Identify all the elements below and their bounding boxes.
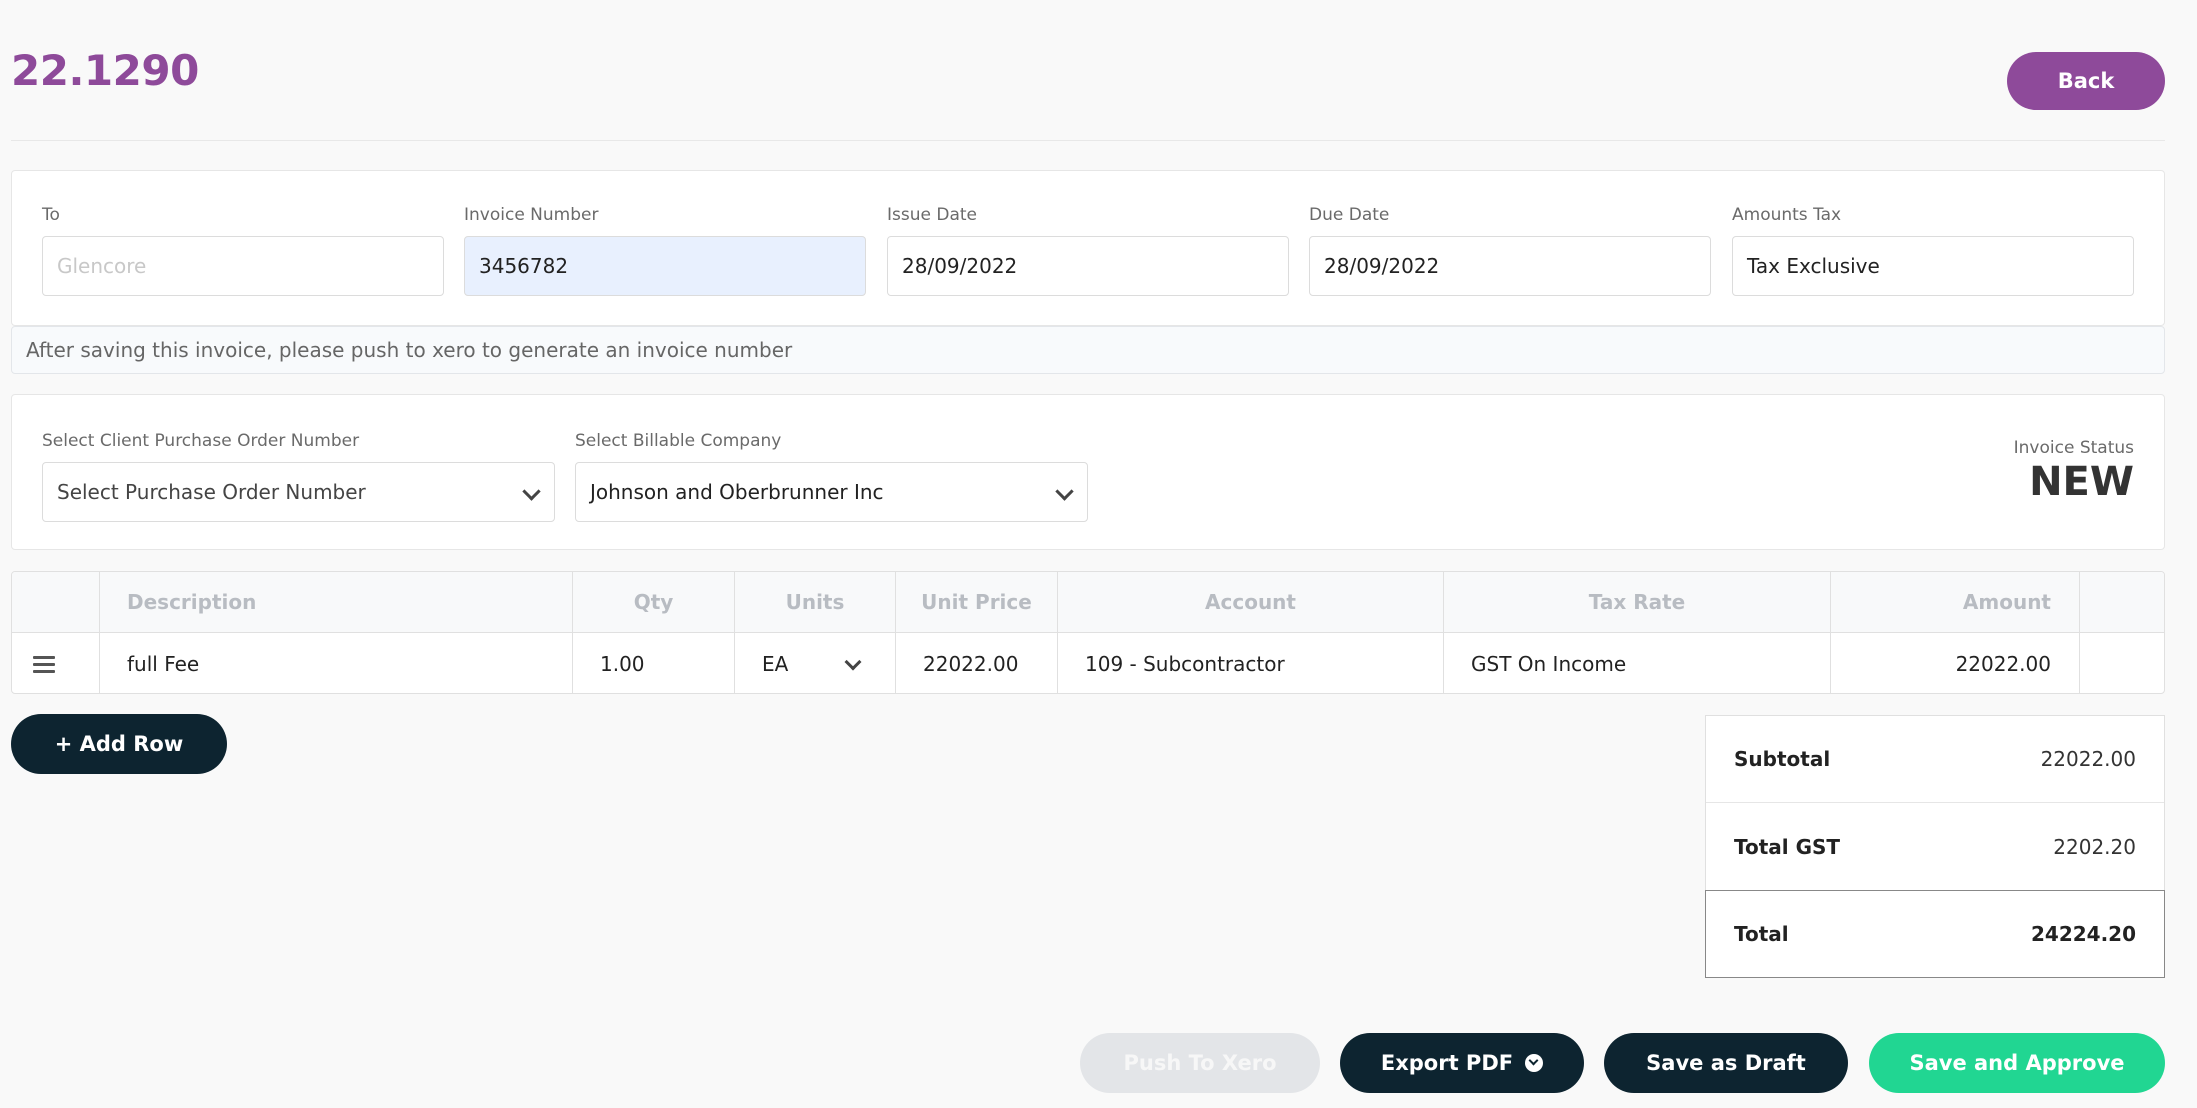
account-cell[interactable]: 109 - Subcontractor xyxy=(1057,633,1443,693)
due-date-input[interactable]: 28/09/2022 xyxy=(1309,236,1711,296)
billable-company-label: Select Billable Company xyxy=(575,431,782,451)
issue-date-label: Issue Date xyxy=(887,205,977,225)
invoice-number-input[interactable]: 3456782 xyxy=(464,236,866,296)
push-xero-notice: After saving this invoice, please push t… xyxy=(11,326,2165,374)
purchase-order-value: Select Purchase Order Number xyxy=(57,480,366,504)
due-date-label: Due Date xyxy=(1309,205,1390,225)
to-input[interactable]: Glencore xyxy=(42,236,444,296)
invoice-status-value: NEW xyxy=(2029,459,2134,505)
page-title: 22.1290 xyxy=(11,46,199,95)
purchase-order-select[interactable]: Select Purchase Order Number xyxy=(42,462,555,522)
invoice-number-label: Invoice Number xyxy=(464,205,599,225)
subtotal-row: Subtotal 22022.00 xyxy=(1706,716,2164,803)
gst-label: Total GST xyxy=(1734,834,1841,859)
gst-row: Total GST 2202.20 xyxy=(1706,803,2164,890)
purchase-order-label: Select Client Purchase Order Number xyxy=(42,431,360,451)
table-row: full Fee 1.00 EA 22022.00 109 - Subcontr… xyxy=(12,633,2164,693)
header-amount: Amount xyxy=(1830,572,2079,632)
save-approve-button[interactable]: Save and Approve xyxy=(1869,1033,2165,1093)
table-header: Description Qty Units Unit Price Account… xyxy=(12,572,2164,633)
units-value: EA xyxy=(762,652,789,676)
selectors-card: Select Client Purchase Order Number Sele… xyxy=(11,394,2165,550)
billable-company-value: Johnson and Oberbrunner Inc xyxy=(590,480,884,504)
row-actions-cell xyxy=(2079,633,2164,693)
tax-rate-cell[interactable]: GST On Income xyxy=(1443,633,1830,693)
chevron-down-circle-icon xyxy=(1525,1054,1544,1072)
chevron-down-icon xyxy=(844,653,862,671)
issue-date-input[interactable]: 28/09/2022 xyxy=(887,236,1289,296)
amounts-tax-label: Amounts Tax xyxy=(1732,205,1842,225)
save-draft-button[interactable]: Save as Draft xyxy=(1604,1033,1848,1093)
total-label: Total xyxy=(1734,922,1789,946)
push-to-xero-button[interactable]: Push To Xero xyxy=(1080,1033,1320,1093)
qty-cell[interactable]: 1.00 xyxy=(572,633,734,693)
totals-panel: Subtotal 22022.00 Total GST 2202.20 Tota… xyxy=(1705,715,2165,978)
chevron-down-icon xyxy=(1055,482,1074,501)
header-unit-price: Unit Price xyxy=(895,572,1057,632)
total-value: 24224.20 xyxy=(2030,922,2136,946)
unit-price-cell[interactable]: 22022.00 xyxy=(895,633,1057,693)
invoice-details-card: To Glencore Invoice Number 3456782 Issue… xyxy=(11,170,2165,326)
invoice-status-label: Invoice Status xyxy=(2013,438,2134,458)
header-units: Units xyxy=(734,572,895,632)
gst-value: 2202.20 xyxy=(2053,834,2136,859)
description-cell[interactable]: full Fee xyxy=(99,633,572,693)
subtotal-label: Subtotal xyxy=(1734,747,1831,771)
amounts-tax-select[interactable]: Tax Exclusive xyxy=(1732,236,2134,296)
header-tax-rate: Tax Rate xyxy=(1443,572,1830,632)
chevron-down-icon xyxy=(522,482,541,501)
add-row-button[interactable]: + Add Row xyxy=(11,714,227,774)
header-account: Account xyxy=(1057,572,1443,632)
header-actions xyxy=(2079,572,2164,632)
header-divider xyxy=(11,140,2165,141)
total-row: Total 24224.20 xyxy=(1705,890,2165,978)
billable-company-select[interactable]: Johnson and Oberbrunner Inc xyxy=(575,462,1088,522)
line-items-table: Description Qty Units Unit Price Account… xyxy=(11,571,2165,694)
header-description: Description xyxy=(99,572,572,632)
units-select[interactable]: EA xyxy=(734,633,895,693)
header-qty: Qty xyxy=(572,572,734,632)
amount-cell: 22022.00 xyxy=(1830,633,2079,693)
export-pdf-label: Export PDF xyxy=(1380,1051,1514,1075)
drag-handle[interactable] xyxy=(12,633,99,693)
export-pdf-button[interactable]: Export PDF xyxy=(1340,1033,1584,1093)
header-handle xyxy=(12,572,99,632)
subtotal-value: 22022.00 xyxy=(2040,747,2136,771)
back-button[interactable]: Back xyxy=(2007,52,2165,110)
drag-handle-icon xyxy=(33,656,55,673)
to-label: To xyxy=(42,205,60,225)
